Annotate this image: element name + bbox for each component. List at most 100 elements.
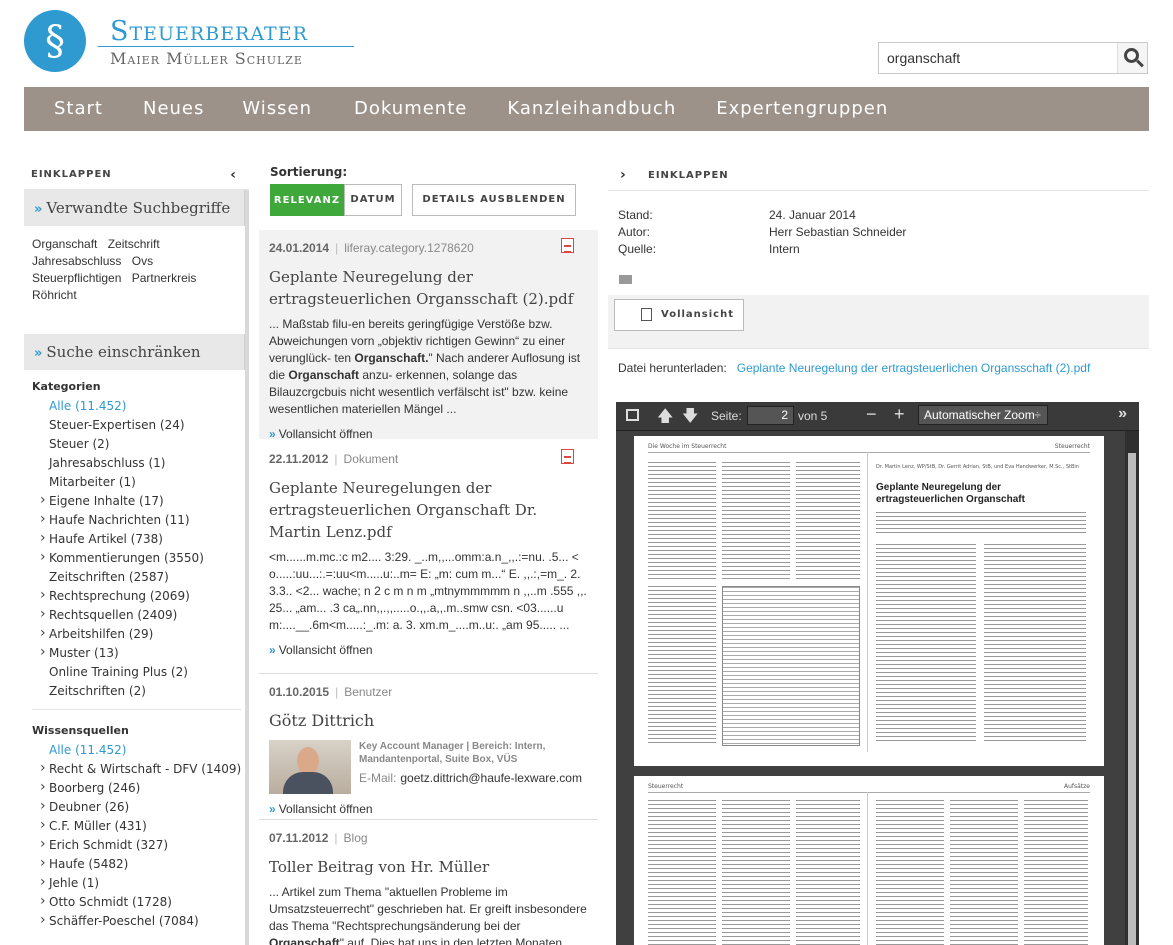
nav-wissen[interactable]: Wissen bbox=[242, 87, 312, 131]
result-snippet: ... Maßstab filu-en bereits geringfügige… bbox=[269, 317, 581, 416]
sources-item[interactable]: Otto Schmidt (1728) bbox=[24, 892, 249, 912]
categories-item[interactable]: Steuer-Expertisen (24) bbox=[24, 416, 249, 435]
categories-item[interactable]: Alle (11.452) bbox=[24, 397, 249, 416]
categories-item[interactable]: Arbeitshilfen (29) bbox=[24, 624, 249, 644]
categories-item[interactable]: Rechtsprechung (2069) bbox=[24, 586, 249, 606]
pdf-toolbar: 🡅 🡇 Seite: 2 von 5 − + Automatischer Zoo… bbox=[616, 402, 1139, 431]
page-count: von 5 bbox=[798, 409, 828, 423]
scroll-thumb[interactable] bbox=[1128, 453, 1136, 945]
sources-item[interactable]: Jehle (1) bbox=[24, 873, 249, 893]
categories-item[interactable]: Zeitschriften (2587) bbox=[24, 568, 249, 587]
pdf-page: Die Woche im Steuerrecht Steuerrecht Dr.… bbox=[634, 436, 1104, 766]
zoom-out-icon[interactable]: − bbox=[866, 404, 877, 425]
search-input[interactable] bbox=[879, 43, 1117, 73]
hide-details-button[interactable]: DETAILS AUSBLENDEN bbox=[412, 184, 576, 216]
categories-item[interactable]: Muster (13) bbox=[24, 643, 249, 663]
chevron-left-icon[interactable]: ‹ bbox=[230, 160, 237, 190]
full-view-button[interactable]: Vollansicht bbox=[614, 299, 744, 331]
sources-item[interactable]: Alle (11.452) bbox=[24, 741, 249, 760]
result-meta: 07.11.2012 | Blog bbox=[269, 831, 368, 845]
stand-value: 24. Januar 2014 bbox=[769, 208, 856, 222]
sources-item[interactable]: Boorberg (246) bbox=[24, 778, 249, 798]
categories-list: Alle (11.452) Steuer-Expertisen (24) Steue… bbox=[24, 397, 249, 701]
result-date: 22.11.2012 bbox=[269, 452, 329, 466]
categories-item[interactable]: Haufe Nachrichten (11) bbox=[24, 510, 249, 530]
sidebar-collapse-bar[interactable]: EINKLAPPEN ‹ bbox=[24, 160, 249, 190]
result-title[interactable]: Geplante Neuregelung der ertragsteuerlic… bbox=[269, 266, 588, 310]
double-chevron-right-icon[interactable]: » bbox=[1118, 405, 1127, 423]
result-type: liferay.category.1278620 bbox=[344, 241, 474, 255]
categories-item[interactable]: Kommentierungen (3550) bbox=[24, 548, 249, 568]
page-number-input[interactable]: 2 bbox=[747, 406, 794, 425]
sources-item[interactable]: C.F. Müller (431) bbox=[24, 816, 249, 836]
related-term[interactable]: Partnerkreis bbox=[132, 271, 197, 285]
sources-item[interactable]: Schäffer-Poeschel (7084) bbox=[24, 911, 249, 931]
related-term[interactable]: Steuerpflichtigen bbox=[32, 271, 121, 285]
sort-relevance-button[interactable]: RELEVANZ bbox=[270, 184, 344, 216]
nav-dokumente[interactable]: Dokumente bbox=[354, 87, 467, 131]
related-term[interactable]: Organschaft bbox=[32, 237, 97, 251]
arrow-down-icon[interactable]: 🡇 bbox=[682, 405, 698, 432]
open-full-view-link[interactable]: » Vollansicht öffnen bbox=[269, 639, 588, 661]
result-type: Blog bbox=[343, 831, 368, 845]
zoom-select[interactable]: Automatischer Zoom bbox=[918, 405, 1048, 425]
arrow-up-icon[interactable]: 🡅 bbox=[657, 405, 673, 432]
result-title[interactable]: Götz Dittrich bbox=[269, 710, 588, 732]
nav-expertengruppen[interactable]: Expertengruppen bbox=[716, 87, 888, 131]
avatar bbox=[269, 740, 351, 794]
sources-item[interactable]: Deubner (26) bbox=[24, 797, 249, 817]
zoom-in-icon[interactable]: + bbox=[894, 404, 905, 425]
categories-item[interactable]: Steuer (2) bbox=[24, 435, 249, 454]
result-meta: 24.01.2014 | liferay.category.1278620 bbox=[269, 241, 474, 255]
page-title: Geplante Neuregelung der ertragsteuerlic… bbox=[876, 482, 1025, 505]
categories-item[interactable]: Rechtsquellen (2409) bbox=[24, 605, 249, 625]
result-item[interactable]: 24.01.2014 | liferay.category.1278620 Gepl… bbox=[259, 230, 598, 441]
result-item[interactable]: 07.11.2012 | Blog Toller Beitrag von Hr. M… bbox=[259, 820, 598, 945]
page-header-right: Steuerrecht bbox=[1054, 443, 1090, 450]
result-item[interactable]: 01.10.2015 | Benutzer Götz Dittrich Key Ac… bbox=[259, 674, 598, 820]
nav-start[interactable]: Start bbox=[54, 87, 103, 131]
search-box bbox=[878, 42, 1148, 74]
related-term[interactable]: Zeitschrift bbox=[108, 237, 160, 251]
categories-item[interactable]: Eigene Inhalte (17) bbox=[24, 491, 249, 511]
open-full-view-link[interactable]: » Vollansicht öffnen bbox=[269, 798, 588, 820]
detail-collapse-bar[interactable]: › EINKLAPPEN bbox=[608, 160, 1149, 191]
company-logo[interactable]: § Steuerberater Maier Müller Schulze bbox=[24, 10, 364, 76]
sort-date-button[interactable]: DATUM bbox=[344, 184, 402, 216]
sources-item[interactable]: Recht & Wirtschaft - DFV (1409) bbox=[24, 759, 249, 779]
related-terms-heading[interactable]: » Verwandte Suchbegriffe bbox=[24, 190, 249, 226]
categories-item[interactable]: Jahresabschluss (1) bbox=[24, 454, 249, 473]
result-title[interactable]: Geplante Neuregelungen der ertragsteuerl… bbox=[269, 477, 588, 543]
sources-list: Alle (11.452)Recht & Wirtschaft - DFV (1… bbox=[24, 741, 249, 931]
person-role: Key Account Manager | Bereich: Intern, M… bbox=[359, 741, 546, 765]
result-type: Dokument bbox=[343, 452, 399, 466]
download-link[interactable]: Geplante Neuregelung der ertragsteuerlic… bbox=[737, 361, 1091, 375]
filter-heading[interactable]: » Suche einschränken bbox=[24, 334, 249, 370]
result-title[interactable]: Toller Beitrag von Hr. Müller bbox=[269, 856, 588, 878]
related-term[interactable]: Röhricht bbox=[32, 288, 77, 302]
results-panel: Sortierung: RELEVANZ DATUM DETAILS AUSBL… bbox=[259, 160, 598, 945]
sidebar-scrollbar[interactable] bbox=[245, 190, 249, 945]
chevron-right-icon[interactable]: › bbox=[620, 160, 627, 191]
email-link[interactable]: goetz.dittrich@haufe-lexware.com bbox=[400, 771, 582, 785]
mail-icon[interactable] bbox=[619, 275, 632, 284]
sources-item[interactable]: Haufe (5482) bbox=[24, 854, 249, 874]
result-item[interactable]: 22.11.2012 | Dokument Geplante Neuregelung… bbox=[259, 441, 598, 674]
document-metadata: Stand: 24. Januar 2014 Autor: Herr Sebasti… bbox=[608, 191, 1149, 295]
stand-label: Stand: bbox=[618, 208, 653, 222]
detail-panel: › EINKLAPPEN Stand: 24. Januar 2014 Autor… bbox=[608, 160, 1149, 945]
related-term[interactable]: Jahresabschluss bbox=[32, 254, 121, 268]
nav-neues[interactable]: Neues bbox=[143, 87, 204, 131]
sources-item[interactable]: Erich Schmidt (327) bbox=[24, 835, 249, 855]
logo-title: Steuerberater bbox=[110, 16, 308, 47]
nav-kanzleihandbuch[interactable]: Kanzleihandbuch bbox=[507, 87, 676, 131]
pdf-scrollbar[interactable] bbox=[1125, 431, 1139, 945]
categories-item[interactable]: Mitarbeiter (1) bbox=[24, 473, 249, 492]
related-term[interactable]: Ovs bbox=[132, 254, 153, 268]
search-button[interactable] bbox=[1117, 43, 1147, 73]
categories-item[interactable]: Online Training Plus (2) bbox=[24, 663, 249, 682]
categories-item[interactable]: Haufe Artikel (738) bbox=[24, 529, 249, 549]
sidebar-toggle-icon[interactable] bbox=[626, 409, 639, 421]
categories-item[interactable]: Zeitschriften (2) bbox=[24, 682, 249, 701]
page-authors: Dr. Martin Lenz, WP/StB, Dr. Gerrit Adri… bbox=[876, 464, 1079, 470]
